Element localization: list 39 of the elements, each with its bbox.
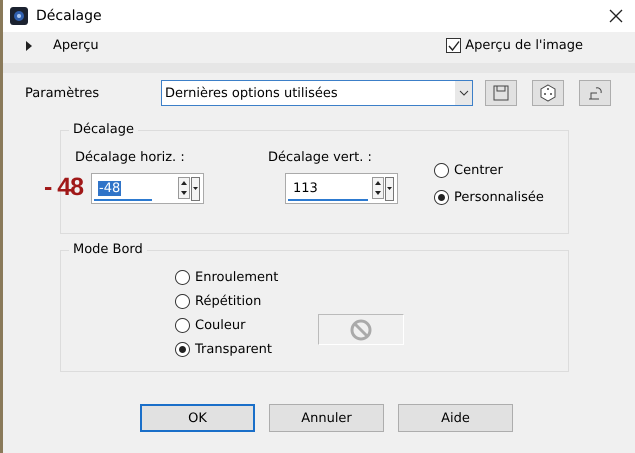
group-title: Décalage <box>69 122 138 137</box>
expand-arrow-icon[interactable] <box>25 40 33 50</box>
spin-arrows-icon[interactable] <box>178 176 190 198</box>
app-icon <box>10 7 28 25</box>
save-button[interactable] <box>485 80 517 106</box>
checkbox-label[interactable]: Aperçu de l'image <box>465 38 583 53</box>
dialog-button[interactable]: OK <box>140 404 255 432</box>
radio-label[interactable]: Transparent <box>195 342 272 357</box>
spin-field[interactable]: -48 <box>91 173 204 204</box>
radio-label[interactable]: Enroulement <box>195 270 278 285</box>
color-swatch[interactable] <box>318 314 404 345</box>
reset-button[interactable] <box>579 80 611 106</box>
radio-label[interactable]: Répétition <box>195 294 262 309</box>
radio-label[interactable]: Centrer <box>454 163 503 178</box>
no-color-icon <box>350 318 372 340</box>
dice-icon <box>539 84 557 102</box>
preview-label[interactable]: Aperçu <box>53 38 99 53</box>
spin-field[interactable]: 113 <box>285 173 398 204</box>
radio-button[interactable] <box>175 342 190 357</box>
radio-button[interactable] <box>434 190 449 205</box>
settings-dropdown[interactable]: Dernières options utilisées <box>161 80 473 106</box>
radio-button[interactable] <box>434 163 449 178</box>
spin-arrows-icon[interactable] <box>372 176 384 198</box>
dialog-button[interactable]: Aide <box>398 404 513 432</box>
checkbox[interactable] <box>446 38 462 53</box>
close-icon[interactable] <box>609 9 623 23</box>
dialog-button[interactable]: Annuler <box>269 404 384 432</box>
annotation-text: - 48 <box>44 173 84 202</box>
field-label: Décalage vert. : <box>268 150 373 165</box>
caret-icon[interactable] <box>458 90 468 96</box>
settings-label: Paramètres <box>25 86 100 100</box>
window-title: Décalage <box>36 8 103 24</box>
radio-label[interactable]: Personnalisée <box>454 190 544 205</box>
radio-label[interactable]: Couleur <box>195 318 246 333</box>
radio-button[interactable] <box>175 294 190 309</box>
radio-button[interactable] <box>175 318 190 333</box>
dice-button[interactable] <box>532 80 564 106</box>
radio-button[interactable] <box>175 270 190 285</box>
field-label: Décalage horiz. : <box>75 150 186 165</box>
